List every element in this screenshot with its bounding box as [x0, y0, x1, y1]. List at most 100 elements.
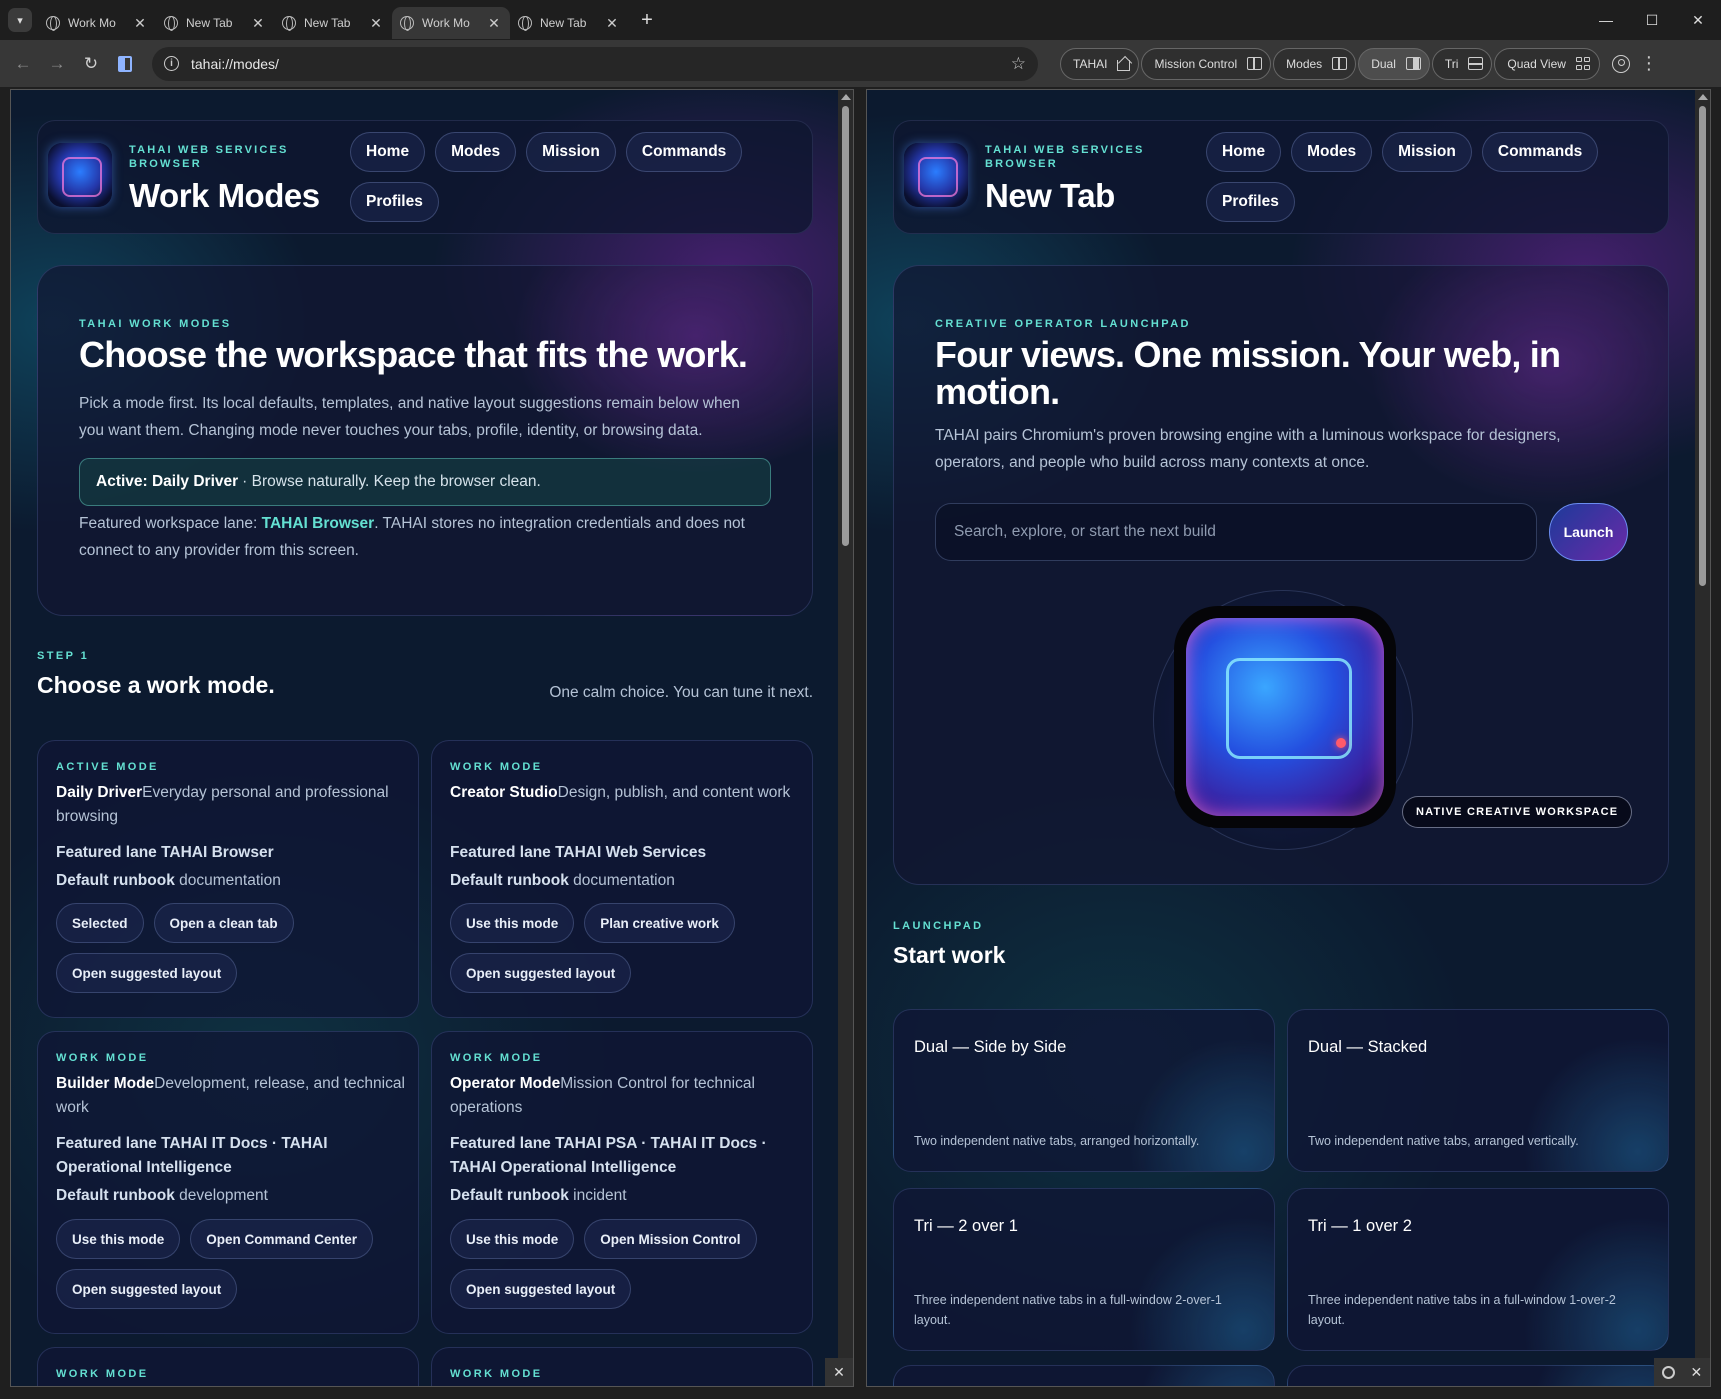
open-command-center-button[interactable]: Open Command Center [190, 1219, 374, 1259]
right-pane-new-tab[interactable]: TAHAI WEB SERVICES BROWSER New Tab Home … [866, 89, 1711, 1387]
layout-card-tri-2-over-1[interactable]: Tri — 2 over 1 Three independent native … [893, 1188, 1275, 1351]
view-button-modes[interactable]: Modes [1273, 47, 1357, 80]
layout-card-dual-stacked[interactable]: Dual — Stacked Two independent native ta… [1287, 1009, 1669, 1172]
left-scrollbar[interactable] [838, 90, 853, 1386]
selected-button[interactable]: Selected [56, 903, 144, 943]
view-button-quad[interactable]: Quad View [1494, 47, 1600, 80]
nav-profiles[interactable]: Profiles [350, 182, 439, 222]
bookmark-star-icon[interactable]: ☆ [1011, 54, 1026, 74]
open-clean-tab-button[interactable]: Open a clean tab [153, 903, 294, 943]
more-menu-icon[interactable]: ⋮ [1640, 53, 1658, 74]
mode-eyebrow: ACTIVE MODE [56, 761, 159, 773]
nav-mission[interactable]: Mission [1382, 132, 1472, 172]
layout-card-dual-side-by-side[interactable]: Dual — Side by Side Two independent nati… [893, 1009, 1275, 1172]
step-note: One calm choice. You can tune it next. [549, 684, 813, 701]
nav-modes[interactable]: Modes [435, 132, 517, 172]
home-icon [1117, 60, 1131, 71]
nav-modes[interactable]: Modes [1291, 132, 1373, 172]
use-this-mode-button[interactable]: Use this mode [450, 903, 575, 943]
launch-button[interactable]: Launch [1549, 503, 1628, 561]
open-mission-control-button[interactable]: Open Mission Control [584, 1219, 757, 1259]
url-text[interactable]: tahai://modes/ [191, 56, 1011, 72]
scroll-up-arrow-icon[interactable] [841, 94, 851, 100]
side-panel-button[interactable] [108, 47, 142, 81]
layout-card-partial[interactable] [893, 1365, 1275, 1386]
grid-layout-icon [1332, 57, 1348, 70]
toolbar-right: ⋮ [1611, 53, 1658, 74]
view-button-dual[interactable]: Dual [1358, 47, 1430, 80]
open-suggested-layout-button[interactable]: Open suggested layout [450, 1269, 632, 1309]
nav-commands[interactable]: Commands [625, 132, 743, 172]
close-tab-icon[interactable]: ✕ [486, 15, 502, 32]
close-tab-icon[interactable]: ✕ [604, 15, 620, 32]
search-input[interactable] [935, 503, 1537, 561]
browser-tab[interactable]: Work Mo ✕ [38, 7, 156, 39]
close-tab-icon[interactable]: ✕ [250, 15, 266, 32]
open-suggested-layout-button[interactable]: Open suggested layout [56, 953, 238, 993]
browser-tab[interactable]: New Tab ✕ [156, 7, 274, 39]
browser-tab-active[interactable]: Work Mo ✕ [392, 7, 510, 39]
forward-arrow-icon[interactable]: → [40, 47, 74, 81]
open-suggested-layout-button[interactable]: Open suggested layout [450, 953, 632, 993]
site-header: TAHAI WEB SERVICES BROWSER Work Modes Ho… [37, 120, 813, 234]
pane-settings-icon[interactable] [1661, 1365, 1675, 1379]
view-button-mission-control[interactable]: Mission Control [1141, 47, 1272, 80]
right-scrollbar[interactable] [1695, 90, 1710, 1386]
site-nav: Home Modes Mission Commands Profiles [1206, 132, 1646, 222]
maximize-icon[interactable]: ☐ [1629, 0, 1675, 40]
nav-profiles[interactable]: Profiles [1206, 182, 1295, 222]
close-pane-icon[interactable]: ✕ [825, 1358, 853, 1386]
featured-lane-link[interactable]: TAHAI Browser [262, 515, 375, 532]
close-tab-icon[interactable]: ✕ [368, 15, 384, 32]
close-window-icon[interactable]: ✕ [1675, 0, 1721, 40]
tahai-app-icon [1174, 606, 1396, 828]
mode-actions: Use this mode Open Mission Control Open … [450, 1219, 810, 1309]
scroll-thumb[interactable] [1699, 106, 1706, 586]
minimize-icon[interactable]: — [1583, 0, 1629, 40]
use-this-mode-button[interactable]: Use this mode [56, 1219, 181, 1259]
window-controls: — ☐ ✕ [1583, 0, 1721, 40]
nav-home[interactable]: Home [350, 132, 426, 172]
split-view-icon [1405, 57, 1421, 70]
close-tab-icon[interactable]: ✕ [132, 15, 148, 32]
open-suggested-layout-button[interactable]: Open suggested layout [56, 1269, 238, 1309]
view-button-tahai[interactable]: TAHAI [1060, 47, 1140, 80]
site-info-icon[interactable]: i [164, 56, 179, 71]
browser-tab[interactable]: New Tab ✕ [510, 7, 628, 39]
mode-actions: Use this mode Open Command Center Open s… [56, 1219, 416, 1309]
address-bar[interactable]: i tahai://modes/ ☆ [152, 46, 1038, 81]
mode-eyebrow: WORK MODE [450, 1052, 543, 1064]
globe-icon [400, 16, 414, 31]
brand-subtitle: TAHAI WEB SERVICES BROWSER [129, 144, 289, 170]
close-pane-icon[interactable]: ✕ [1690, 1364, 1702, 1381]
mode-card-creator-studio: WORK MODE Creator StudioDesign, publish,… [431, 740, 813, 1018]
launchpad-hero: CREATIVE OPERATOR LAUNCHPAD Four views. … [893, 265, 1669, 885]
mode-eyebrow: WORK MODE [450, 1368, 543, 1380]
scroll-up-arrow-icon[interactable] [1698, 94, 1708, 100]
tab-search-chevron-icon[interactable]: ▾ [8, 8, 32, 32]
nav-commands[interactable]: Commands [1481, 132, 1599, 172]
layout-card-partial[interactable] [1287, 1365, 1669, 1386]
pane-controls: ✕ [1654, 1358, 1710, 1386]
scroll-thumb[interactable] [842, 106, 849, 546]
runbook-label: Default runbook [450, 872, 569, 889]
hero-eyebrow: TAHAI WORK MODES [79, 318, 232, 330]
nav-home[interactable]: Home [1206, 132, 1282, 172]
new-tab-plus-icon[interactable]: + [636, 9, 658, 32]
view-button-tri[interactable]: Tri [1431, 47, 1493, 80]
view-button-label: Modes [1286, 56, 1323, 71]
reload-icon[interactable]: ↻ [74, 47, 108, 81]
layout-card-tri-1-over-2[interactable]: Tri — 1 over 2 Three independent native … [1287, 1188, 1669, 1351]
tab-list: Work Mo ✕ New Tab ✕ New Tab ✕ Work Mo ✕ New … [38, 0, 658, 40]
use-this-mode-button[interactable]: Use this mode [450, 1219, 575, 1259]
mode-lane: Featured lane TAHAI Browser [56, 844, 274, 861]
back-arrow-icon[interactable]: ← [6, 47, 40, 81]
page-title: New Tab [985, 177, 1115, 214]
plan-creative-work-button[interactable]: Plan creative work [584, 903, 735, 943]
browser-tab[interactable]: New Tab ✕ [274, 7, 392, 39]
tri-view-icon [1468, 57, 1484, 70]
profile-avatar-icon[interactable] [1611, 54, 1630, 73]
left-pane-work-modes[interactable]: TAHAI WEB SERVICES BROWSER Work Modes Ho… [10, 89, 854, 1387]
nav-mission[interactable]: Mission [526, 132, 616, 172]
mode-name: Daily Driver [56, 784, 143, 801]
